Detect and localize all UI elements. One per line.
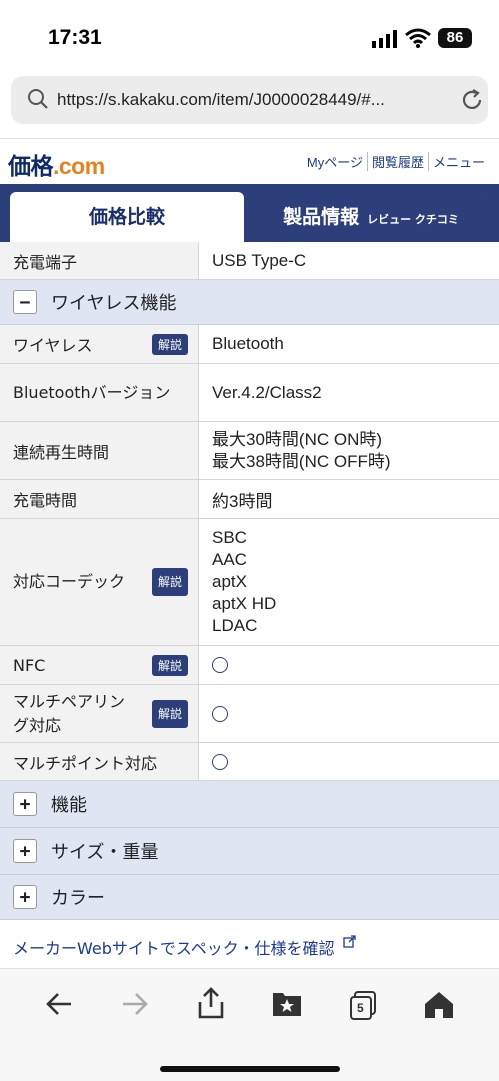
spec-label-text: NFC [13, 655, 46, 675]
spec-row-wireless: ワイヤレス 解説 Bluetooth [0, 325, 499, 364]
section-color[interactable]: + カラー [0, 875, 499, 920]
explain-badge[interactable]: 解説 [151, 568, 188, 596]
section-features[interactable]: + 機能 [0, 781, 499, 828]
spec-value [199, 743, 499, 780]
section-title: サイズ・重量 [51, 842, 159, 863]
wifi-icon [405, 28, 431, 48]
section-title: カラー [51, 888, 105, 909]
explain-badge[interactable]: 解説 [151, 333, 188, 355]
codec-item: SBC [212, 528, 247, 547]
external-link-icon [342, 935, 356, 948]
supported-circle-icon [212, 753, 228, 770]
tab-product-info-label: 製品情報 [283, 206, 360, 228]
back-icon[interactable] [44, 989, 74, 1019]
spec-row-charge-time: 充電時間 約3時間 [0, 480, 499, 519]
spec-value-line: 最大38時間(NC OFF時) [212, 451, 391, 471]
spec-value [199, 685, 499, 742]
spec-row-nfc: NFC 解説 [0, 646, 499, 685]
nav-history[interactable]: 閲覧履歴 [366, 152, 428, 171]
spec-value: 最大30時間(NC ON時) 最大38時間(NC OFF時) [199, 422, 499, 479]
tab-product-info-sub: レビュー クチコミ [367, 213, 459, 226]
spec-label-text: 対応コーデック [13, 572, 126, 591]
spec-value: USB Type-C [212, 250, 307, 270]
cellular-signal-icon [372, 30, 397, 48]
logo-dotcom-text: .com [53, 153, 105, 179]
spec-label: NFC 解説 [0, 646, 199, 684]
spec-label: 充電端子 [0, 242, 199, 279]
codec-item: aptX [212, 572, 247, 591]
spec-label: 連続再生時間 [0, 422, 199, 479]
spec-label: マルチポイント対応 [0, 743, 199, 780]
spec-label-text: Bluetoothバージョン [13, 382, 171, 402]
spec-row-multipairing: マルチペアリング対応 解説 [0, 685, 499, 743]
codec-item: AAC [212, 550, 247, 569]
spec-label-text: マルチペアリング対応 [13, 691, 126, 735]
tab-price-compare[interactable]: 価格比較 [10, 192, 244, 242]
spec-label-text: 充電時間 [13, 491, 78, 510]
spec-label-text: 連続再生時間 [13, 442, 110, 462]
spec-row-codec: 対応コーデック 解説 SBC AAC aptX aptX HD LDAC [0, 519, 499, 646]
url-text[interactable]: https://s.kakaku.com/item/J0000028449/#.… [57, 90, 385, 110]
reload-icon[interactable] [459, 87, 485, 113]
header-nav: Myページ 閲覧履歴 メニュー [303, 152, 489, 171]
tabs-button[interactable]: 5 [348, 991, 378, 1021]
supported-circle-icon [212, 657, 228, 673]
spec-label-text: 充電端子 [13, 252, 78, 272]
maker-website-link[interactable]: メーカーWebサイトでスペック・仕様を確認 [13, 935, 356, 959]
spec-value: Ver.4.2/Class2 [212, 382, 322, 402]
home-icon[interactable] [424, 991, 454, 1019]
section-title: 機能 [51, 795, 87, 816]
spec-label: Bluetoothバージョン [0, 364, 199, 421]
browser-toolbar: 5 [0, 968, 499, 1081]
spec-value: Bluetooth [212, 334, 284, 353]
supported-circle-icon [212, 705, 228, 722]
nav-mypage[interactable]: Myページ [303, 152, 367, 171]
spec-value: SBC AAC aptX aptX HD LDAC [199, 519, 499, 645]
spec-value-line: 最大30時間(NC ON時) [212, 429, 383, 449]
bookmarks-icon[interactable] [272, 989, 302, 1017]
spec-label: 対応コーデック 解説 [0, 519, 199, 645]
explain-badge[interactable]: 解説 [151, 699, 188, 728]
spec-row-playtime: 連続再生時間 最大30時間(NC ON時) 最大38時間(NC OFF時) [0, 422, 499, 480]
spec-value [199, 646, 499, 684]
spec-row-multipoint: マルチポイント対応 [0, 743, 499, 781]
section-size-weight[interactable]: + サイズ・重量 [0, 828, 499, 875]
status-bar: 17:31 86 [0, 0, 499, 70]
spec-row-charge-port: 充電端子 USB Type-C [0, 242, 499, 280]
codec-item: LDAC [212, 616, 258, 635]
spec-label: 充電時間 [0, 480, 199, 518]
home-indicator [160, 1066, 340, 1072]
spec-label: ワイヤレス 解説 [0, 325, 199, 363]
section-title: ワイヤレス機能 [51, 293, 177, 314]
spec-row-bt-version: Bluetoothバージョン Ver.4.2/Class2 [0, 364, 499, 422]
tabs-count: 5 [357, 1001, 364, 1015]
section-wireless[interactable]: − ワイヤレス機能 [0, 280, 499, 325]
spec-label: マルチペアリング対応 解説 [0, 685, 199, 742]
nav-menu[interactable]: メニュー [427, 152, 489, 171]
site-header: 価格.com Myページ 閲覧履歴 メニュー [0, 138, 499, 185]
expand-icon[interactable]: + [13, 792, 37, 816]
explain-badge[interactable]: 解説 [151, 654, 188, 676]
logo-main-text: 価格 [8, 153, 54, 179]
spec-label-text: マルチポイント対応 [13, 753, 158, 773]
search-icon [28, 89, 48, 109]
spec-value: 約3時間 [212, 491, 273, 511]
spec-table: 充電端子 USB Type-C − ワイヤレス機能 ワイヤレス 解説 Blueto… [0, 242, 499, 920]
spec-label-text: ワイヤレス [13, 336, 93, 355]
forward-icon[interactable] [120, 989, 150, 1019]
address-bar[interactable]: https://s.kakaku.com/item/J0000028449/#.… [11, 76, 488, 124]
expand-icon[interactable]: + [13, 839, 37, 863]
battery-indicator: 86 [438, 28, 472, 48]
collapse-icon[interactable]: − [13, 290, 37, 314]
tab-product-info[interactable]: 製品情報 レビュー クチコミ [254, 192, 488, 242]
codec-item: aptX HD [212, 594, 277, 613]
maker-link-text: メーカーWebサイトでスペック・仕様を確認 [13, 939, 335, 958]
share-icon[interactable] [196, 987, 226, 1019]
expand-icon[interactable]: + [13, 885, 37, 909]
product-tabs: 価格比較 製品情報 レビュー クチコミ [0, 184, 499, 242]
status-time: 17:31 [48, 26, 102, 49]
site-logo[interactable]: 価格.com [8, 147, 105, 181]
